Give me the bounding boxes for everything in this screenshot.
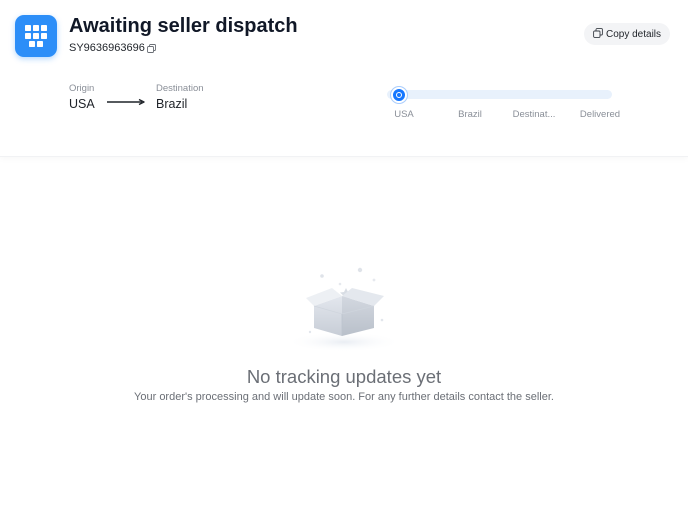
copy-icon [593,27,603,41]
step-label-origin: USA [394,109,414,120]
grid-icon [15,15,57,57]
empty-state-title: No tracking updates yet [246,366,442,387]
tracking-header: Awaiting seller dispatch SY9636963696 Co… [0,0,688,157]
step-label-delivered: Delivered [579,109,621,120]
copy-icon[interactable] [146,43,156,53]
copy-details-button[interactable]: Copy details [584,23,670,45]
tracking-number: SY9636963696 [69,42,156,54]
arrow-right-icon [107,98,145,106]
origin-label: Origin [69,83,95,94]
copy-details-label: Copy details [605,28,662,40]
step-label-transit: Brazil [458,109,482,120]
tracking-number-text: SY9636963696 [69,42,145,54]
destination-label: Destination [156,83,204,94]
empty-box-icon [286,267,402,352]
progress-current-dot [391,87,407,103]
progress-track [387,90,612,99]
page-title: Awaiting seller dispatch [69,15,298,37]
destination-value: Brazil [156,97,188,111]
empty-state-subtitle: Your order's processing and will update … [134,391,554,403]
origin-value: USA [69,97,95,111]
step-label-destination: Destinat... [512,109,556,120]
